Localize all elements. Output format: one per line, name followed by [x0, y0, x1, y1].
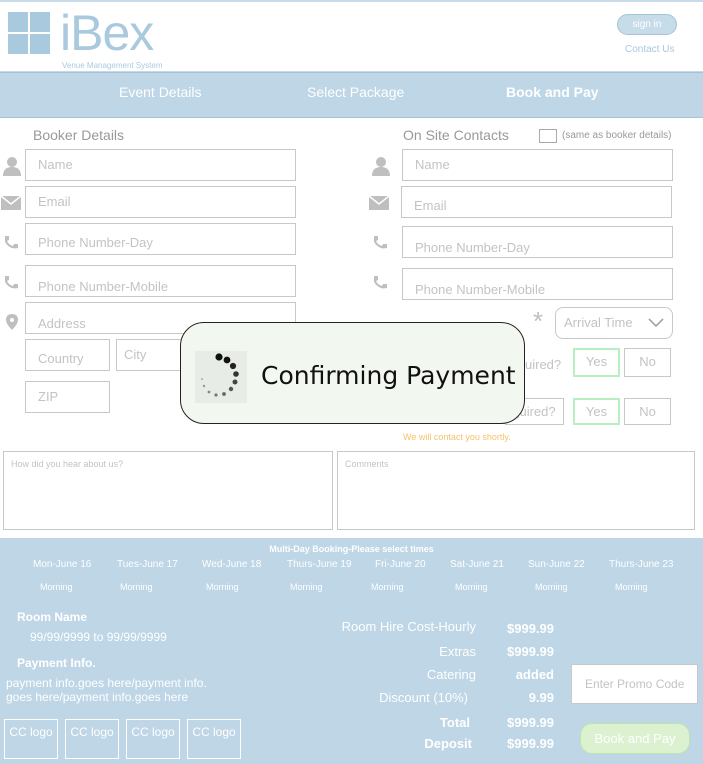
cost-label: Catering: [426, 667, 476, 682]
onsite-phone-day-input[interactable]: Phone Number-Day: [402, 226, 673, 258]
required-marker: *: [533, 306, 544, 336]
chevron-down-icon: [648, 318, 664, 328]
book-and-pay-button[interactable]: Book and Pay: [580, 723, 690, 754]
booker-phone-day-input[interactable]: Phone Number-Day: [25, 223, 296, 255]
logo-subtitle: Venue Management System: [62, 61, 163, 70]
cc-logo: CC logo: [126, 719, 180, 759]
slot-morning[interactable]: Morning: [290, 582, 323, 592]
booker-email-input[interactable]: Email: [25, 186, 296, 218]
day-fri-june-20[interactable]: Fri-June 20: [375, 559, 426, 570]
payment-info-label: Payment Info.: [17, 656, 96, 670]
envelope-icon: [369, 196, 389, 210]
sign-in-button[interactable]: sign in: [617, 14, 677, 35]
question-1-yes-button[interactable]: Yes: [573, 348, 620, 377]
promo-code-input[interactable]: Enter Promo Code: [571, 664, 698, 704]
cc-logo: CC logo: [4, 719, 58, 759]
question-2-no-button[interactable]: No: [624, 398, 671, 425]
logo-text: iBex: [60, 5, 154, 61]
slot-morning[interactable]: Morning: [535, 582, 568, 592]
booker-name-input[interactable]: Name: [25, 149, 296, 181]
day-sat-june-21[interactable]: Sat-June 21: [450, 559, 504, 570]
tab-book-and-pay[interactable]: Book and Pay: [506, 84, 599, 100]
booker-country-input[interactable]: Country: [25, 339, 110, 371]
booker-details-title: Booker Details: [33, 127, 125, 143]
booker-city-input[interactable]: City: [116, 339, 186, 371]
confirming-payment-text: Confirming Payment: [261, 361, 516, 390]
phone-icon: [374, 276, 387, 289]
tab-select-package[interactable]: Select Package: [307, 84, 404, 100]
person-icon: [372, 157, 390, 176]
day-thurs-june-19[interactable]: Thurs-June 19: [287, 559, 351, 570]
cost-value: $999.99: [507, 621, 554, 636]
room-dates: 99/99/9999 to 99/99/9999: [30, 630, 167, 644]
day-sun-june-22[interactable]: Sun-June 22: [528, 559, 585, 570]
cost-value: $999.99: [507, 644, 554, 659]
total-value: $999.99: [507, 715, 554, 730]
question-1-no-button[interactable]: No: [624, 348, 671, 377]
same-as-booker-label: (same as booker details): [562, 130, 672, 141]
phone-icon: [5, 236, 18, 249]
onsite-name-input[interactable]: Name: [402, 149, 673, 181]
onsite-contacts-title: On Site Contacts: [403, 127, 509, 143]
slot-morning[interactable]: Morning: [40, 582, 73, 592]
question-2-yes-button[interactable]: Yes: [573, 398, 620, 425]
deposit-value: $999.99: [507, 736, 554, 751]
booker-phone-mobile-input[interactable]: Phone Number-Mobile: [25, 265, 296, 297]
day-thurs-june-23[interactable]: Thurs-June 23: [609, 559, 673, 570]
day-tues-june-17[interactable]: Tues-June 17: [117, 559, 178, 570]
total-label: Total: [439, 715, 470, 730]
cost-label: Discount (10%): [379, 690, 468, 705]
room-name-label: Room Name: [17, 610, 88, 624]
slot-morning[interactable]: Morning: [455, 582, 488, 592]
comments-textarea[interactable]: Comments: [337, 451, 695, 530]
slot-morning[interactable]: Morning: [120, 582, 153, 592]
multi-day-title: Multi-Day Booking-Please select times: [269, 544, 434, 554]
contact-note: We will contact you shortly.: [403, 432, 511, 442]
contact-us-link[interactable]: Contact Us: [625, 44, 674, 55]
envelope-icon: [1, 196, 21, 210]
cost-value: 9.99: [528, 690, 554, 705]
cost-label: Extras: [439, 644, 476, 659]
phone-icon: [374, 236, 387, 249]
slot-morning[interactable]: Morning: [206, 582, 239, 592]
onsite-phone-mobile-input[interactable]: Phone Number-Mobile: [402, 268, 673, 300]
phone-icon: [5, 276, 18, 289]
deposit-label: Deposit: [424, 736, 472, 751]
slot-morning[interactable]: Morning: [615, 582, 648, 592]
day-wed-june-18[interactable]: Wed-June 18: [202, 559, 261, 570]
cc-logo: CC logo: [187, 719, 241, 759]
same-as-booker-checkbox[interactable]: [539, 129, 557, 143]
slot-morning[interactable]: Morning: [371, 582, 404, 592]
cost-value: added: [515, 667, 554, 682]
steps-bar: Event Details Select Package Book and Pa…: [0, 72, 703, 118]
cc-logo: CC logo: [65, 719, 119, 759]
day-mon-june-16[interactable]: Mon-June 16: [33, 559, 91, 570]
logo-icon: [8, 12, 50, 54]
arrival-time-label: Arrival Time: [564, 315, 633, 330]
payment-info-text: payment info.goes here/payment info. goe…: [6, 676, 207, 704]
confirming-payment-dialog: Confirming Payment: [180, 322, 525, 424]
arrival-time-select[interactable]: Arrival Time: [555, 307, 673, 339]
onsite-email-input[interactable]: Email: [401, 186, 672, 218]
loading-spinner-icon: [195, 351, 247, 403]
tab-event-details[interactable]: Event Details: [119, 84, 201, 100]
hear-about-us-textarea[interactable]: How did you hear about us?: [3, 451, 333, 530]
location-pin-icon: [6, 314, 18, 330]
question-1-text: uired?: [525, 357, 562, 372]
person-icon: [3, 157, 21, 176]
cost-label: Room Hire Cost-Hourly: [341, 619, 476, 634]
booker-zip-input[interactable]: ZIP: [25, 381, 110, 413]
app-header: iBex Venue Management System sign in Con…: [0, 0, 703, 72]
